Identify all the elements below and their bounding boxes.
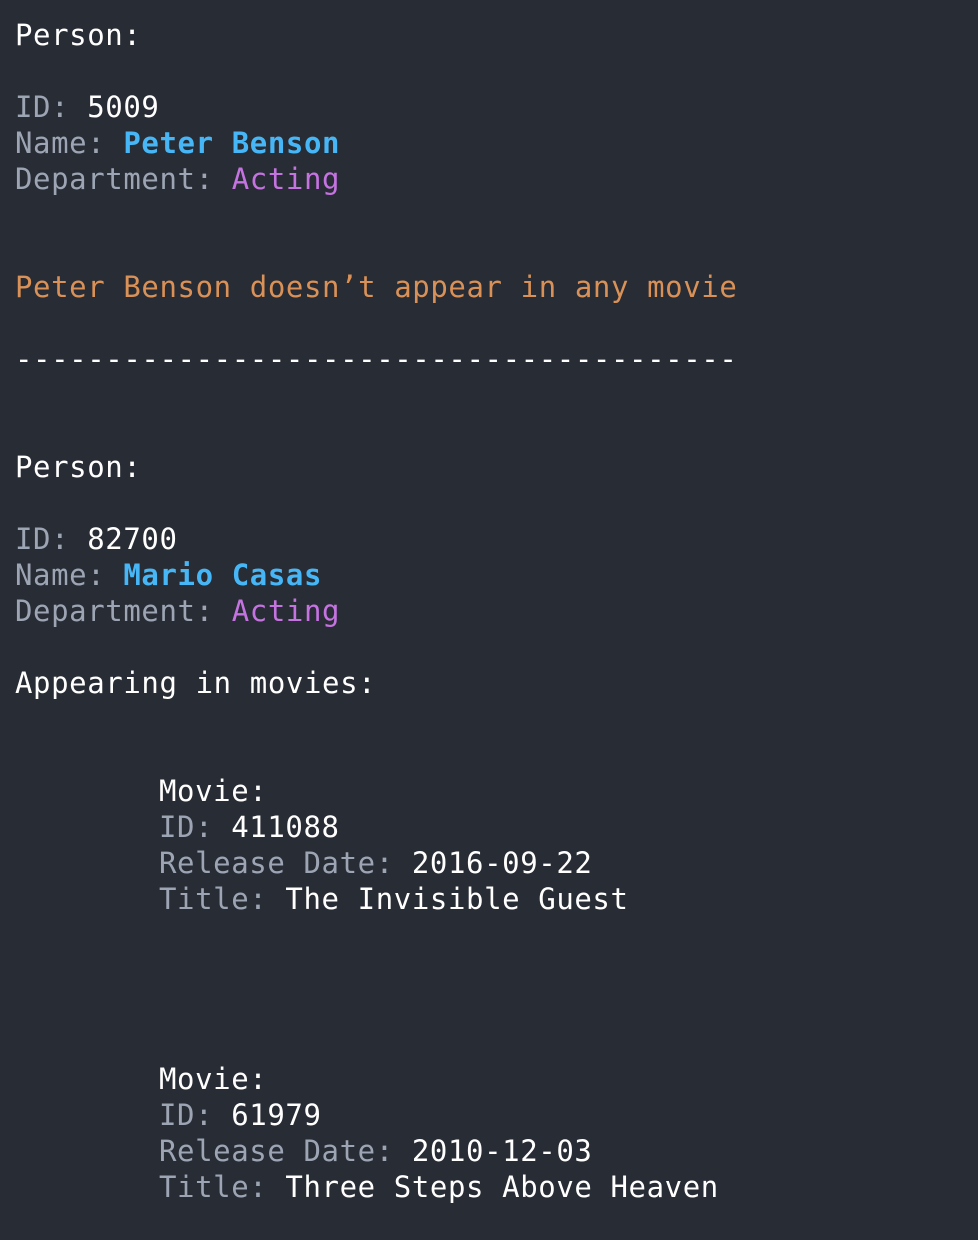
movie-title-key: Title: [159,882,286,916]
movie-release-date-row: Release Date: 2010-12-03 [159,1133,592,1169]
movie-release-date-value: 2010-12-03 [411,1134,593,1168]
movie-release-date-key: Release Date: [159,1134,412,1168]
person-id-key: ID: [15,522,88,556]
person-name-key: Name: [15,126,124,160]
person-header: Person: [15,18,142,52]
person-name-key: Name: [15,558,124,592]
person-id-row: ID: 82700 [15,521,178,557]
person-id-value: 5009 [87,90,160,124]
person-name-value: Mario Casas [123,558,323,592]
movie-header: Movie: [159,774,268,808]
person-department-row: Department: Acting [15,161,340,197]
movie-title-key: Title: [159,1170,286,1204]
person-department-key: Department: [15,162,232,196]
separator-line: ---------------------------------------- [15,342,738,376]
person-id-value: 82700 [87,522,178,556]
person-department-key: Department: [15,594,232,628]
movie-title-value: Three Steps Above Heaven [285,1170,719,1204]
movie-title-value: The Invisible Guest [285,882,629,916]
movie-release-date-row: Release Date: 2016-09-22 [159,845,592,881]
movie-id-key: ID: [159,1098,232,1132]
movie-id-value: 411088 [231,810,340,844]
appearing-in-movies-label: Appearing in movies: [15,666,377,700]
movie-header: Movie: [159,1062,268,1096]
person-name-row: Name: Mario Casas [15,557,322,593]
movie-title-row: Title: Three Steps Above Heaven [159,1169,719,1205]
person-department-value: Acting [231,594,341,628]
person-id-key: ID: [15,90,88,124]
movie-release-date-value: 2016-09-22 [411,846,593,880]
person-department-value: Acting [231,162,341,196]
person-name-value: Peter Benson [123,126,341,160]
movie-id-row: ID: 411088 [159,809,340,845]
movie-id-row: ID: 61979 [159,1097,322,1133]
person-header: Person: [15,450,142,484]
movie-id-value: 61979 [231,1098,322,1132]
movie-release-date-key: Release Date: [159,846,412,880]
person-department-row: Department: Acting [15,593,340,629]
movie-id-key: ID: [159,810,232,844]
person-name-row: Name: Peter Benson [15,125,340,161]
person-id-row: ID: 5009 [15,89,160,125]
movie-title-row: Title: The Invisible Guest [159,881,629,917]
no-movies-message: Peter Benson doesn’t appear in any movie [15,270,738,304]
